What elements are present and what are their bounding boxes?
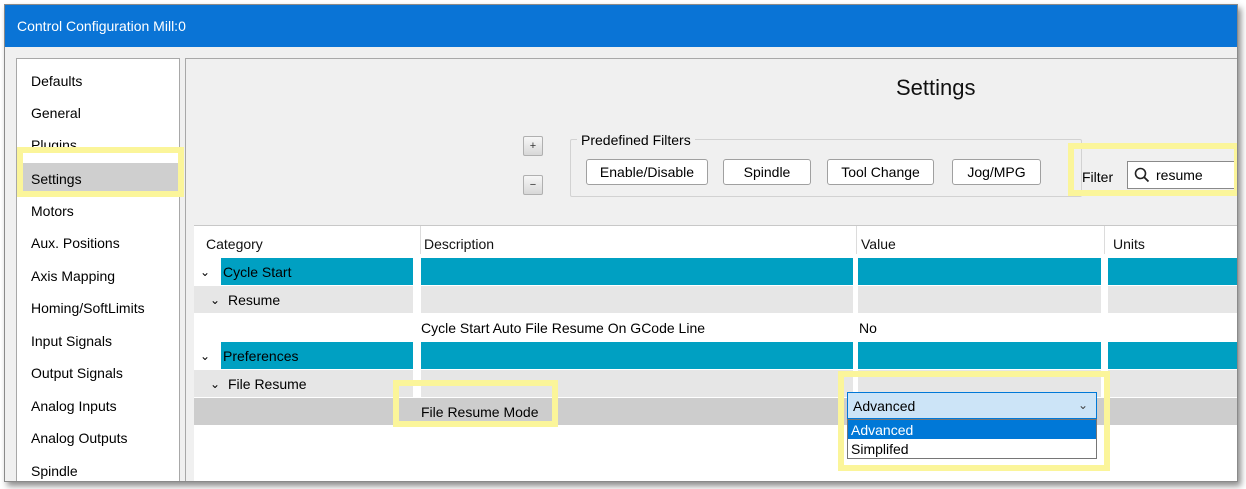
column-divider[interactable] [1104,226,1105,254]
sidebar-item-homing-softlimits[interactable]: Homing/SoftLimits [18,292,178,324]
chevron-down-icon: ⌄ [1077,398,1088,412]
filter-jog-mpg-button[interactable]: Jog/MPG [952,159,1041,185]
column-header-units[interactable]: Units [1113,236,1145,252]
sidebar-item-aux-positions[interactable]: Aux. Positions [18,227,178,259]
column-header-description[interactable]: Description [424,236,494,252]
value-cell[interactable]: No [859,314,1102,341]
description-cell: File Resume Mode [421,403,539,420]
collapse-tree-icon[interactable]: − [523,175,543,195]
table-row-subcategory[interactable]: ⌄ Resume [194,286,1237,313]
column-header-category[interactable]: Category [206,236,263,252]
filter-spindle-button[interactable]: Spindle [723,159,811,185]
value-cell [858,342,1101,369]
chevron-down-icon[interactable]: ⌄ [200,258,220,285]
predefined-filters-legend: Predefined Filters [577,132,695,148]
value-cell [858,286,1101,313]
units-cell [1108,342,1237,369]
description-cell [421,342,853,369]
category-cell: Preferences [221,342,413,369]
column-divider[interactable] [420,226,421,254]
description-cell: Cycle Start Auto File Resume On GCode Li… [421,319,706,336]
config-window: Control Configuration Mill:0 Defaults Ge… [4,4,1238,482]
chevron-down-icon[interactable]: ⌄ [210,377,228,391]
chevron-down-icon[interactable]: ⌄ [210,293,228,307]
sidebar-item-general[interactable]: General [18,97,178,129]
units-cell [1108,258,1237,285]
description-cell [421,258,853,285]
dropdown-option-simplifed[interactable]: Simplifed [848,439,1096,458]
value-cell [858,258,1101,285]
dropdown-option-advanced[interactable]: Advanced [848,420,1096,439]
table-row-category[interactable]: ⌄ Preferences [194,342,1237,369]
sidebar-item-spindle[interactable]: Spindle [18,455,178,481]
filter-enable-disable-button[interactable]: Enable/Disable [586,159,708,185]
search-icon [1134,167,1150,183]
units-cell [1108,370,1237,397]
window-title: Control Configuration Mill:0 [17,18,186,34]
sidebar-item-axis-mapping[interactable]: Axis Mapping [18,260,178,292]
chevron-down-icon[interactable]: ⌄ [200,342,220,369]
window-title-bar: Control Configuration Mill:0 [5,5,1237,47]
table-row[interactable]: Cycle Start Auto File Resume On GCode Li… [194,314,1237,341]
description-cell [421,286,853,313]
sidebar-item-analog-outputs[interactable]: Analog Outputs [18,422,178,454]
sidebar-item-motors[interactable]: Motors [18,195,178,227]
sidebar-item-input-signals[interactable]: Input Signals [18,325,178,357]
sidebar-item-settings[interactable]: Settings [18,163,178,195]
description-cell [421,370,853,397]
sidebar-item-defaults[interactable]: Defaults [18,65,178,97]
column-divider[interactable] [856,226,857,254]
sidebar-item-output-signals[interactable]: Output Signals [18,357,178,389]
filter-label: Filter [1082,169,1114,185]
sidebar-item-analog-inputs[interactable]: Analog Inputs [18,390,178,422]
filter-tool-change-button[interactable]: Tool Change [827,159,934,185]
sidebar-nav: Defaults General Plugins Settings Motors… [16,58,180,481]
dropdown-options-list: Advanced Simplifed [847,419,1097,459]
category-cell: ⌄ File Resume [194,370,413,397]
expand-tree-icon[interactable]: + [523,136,543,156]
column-header-value[interactable]: Value [861,236,896,252]
page-title: Settings [896,75,976,100]
filter-search-input[interactable]: resume [1127,161,1237,189]
category-cell: Cycle Start [221,258,413,285]
file-resume-mode-select[interactable]: Advanced ⌄ [847,392,1097,419]
sidebar-item-plugins[interactable]: Plugins [18,129,178,161]
table-row-category[interactable]: ⌄ Cycle Start [194,258,1237,285]
filter-input-value: resume [1156,167,1203,183]
units-cell [1108,286,1237,313]
category-cell: ⌄ Resume [194,286,413,313]
